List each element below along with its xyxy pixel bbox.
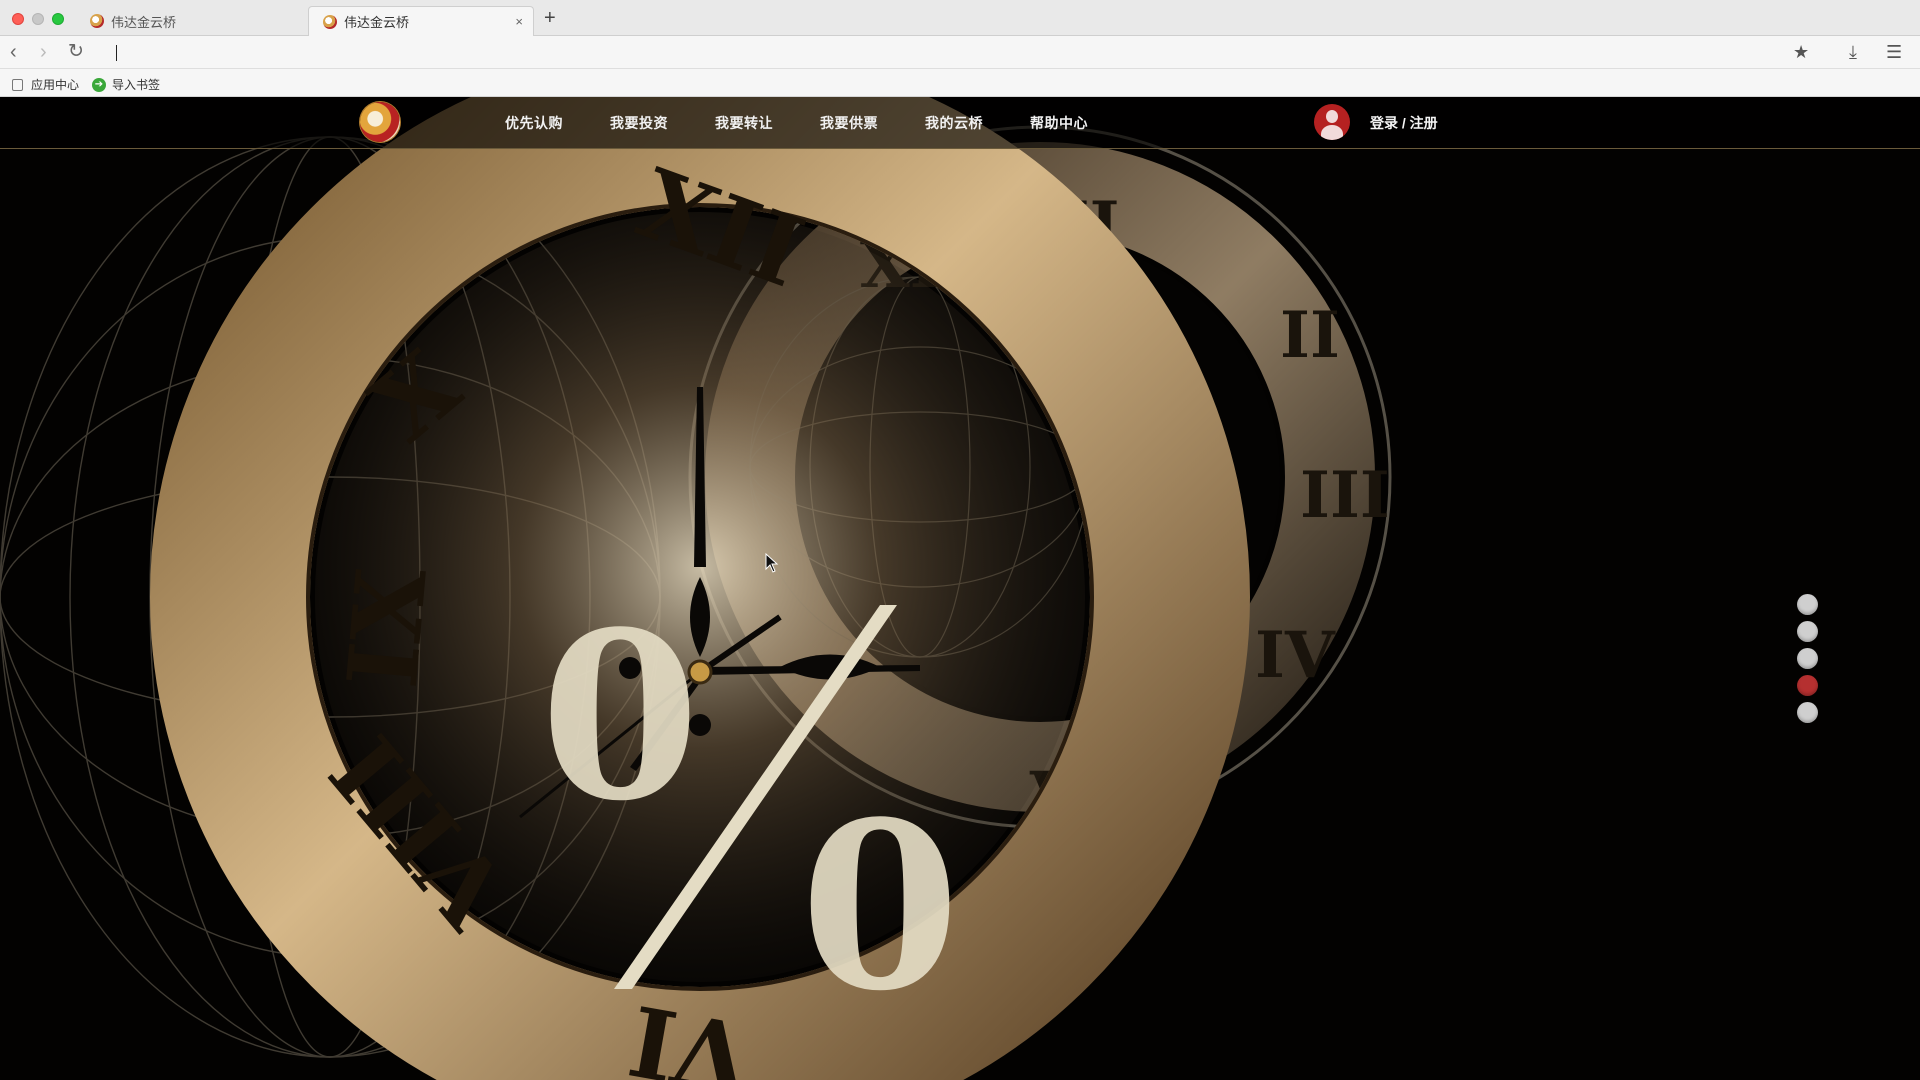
nav-help-center[interactable]: 帮助中心	[1030, 113, 1088, 133]
tab-title: 伟达金云桥	[344, 15, 410, 30]
slide-dot-1[interactable]	[1797, 594, 1818, 615]
svg-text:IV: IV	[1255, 618, 1336, 693]
bookmark-app-center[interactable]: 应用中心	[12, 76, 79, 93]
slide-dot-5[interactable]	[1797, 702, 1818, 723]
minimize-window-button[interactable]	[32, 13, 44, 25]
browser-tab[interactable]: 伟达金云桥	[76, 6, 302, 36]
site-header: 优先认购 我要投资 我要转让 我要供票 我的云桥 帮助中心 登录 / 注册	[0, 97, 1920, 149]
slide-dot-4[interactable]	[1797, 675, 1818, 696]
main-nav: 优先认购 我要投资 我要转让 我要供票 我的云桥 帮助中心	[505, 97, 1135, 149]
back-arrow-icon[interactable]: ‹	[10, 41, 17, 63]
user-avatar-icon[interactable]	[1314, 104, 1350, 140]
url-input[interactable]	[110, 41, 1750, 63]
nav-my-bridge[interactable]: 我的云桥	[925, 113, 983, 133]
text-caret	[116, 45, 117, 61]
bookmark-label: 应用中心	[31, 78, 80, 92]
bookmark-import[interactable]: ➔ 导入书签	[92, 76, 160, 93]
app-center-icon	[12, 78, 23, 91]
nav-transfer[interactable]: 我要转让	[715, 113, 773, 133]
close-window-button[interactable]	[12, 13, 24, 25]
bookmark-star-icon[interactable]: ★	[1793, 41, 1809, 63]
svg-text:0: 0	[540, 582, 700, 852]
hero-clock-image: XII II III IV VI XI XII X IX VIII VI 0 0	[0, 97, 1920, 1080]
slide-pagination	[1797, 594, 1818, 729]
site-favicon-icon	[323, 14, 337, 29]
site-favicon-icon	[90, 14, 104, 28]
browser-tab-active[interactable]: 伟达金云桥 ×	[308, 6, 534, 36]
svg-text:III: III	[1300, 458, 1390, 533]
mouse-cursor-icon	[765, 553, 779, 573]
menu-icon[interactable]: ☰	[1886, 41, 1902, 63]
svg-text:II: II	[1280, 298, 1340, 373]
slide-dot-3[interactable]	[1797, 648, 1818, 669]
tab-close-icon[interactable]: ×	[515, 14, 523, 29]
slide-dot-2[interactable]	[1797, 621, 1818, 642]
site-logo[interactable]	[360, 102, 400, 142]
address-bar: ‹ › ↻ ★ ⤓ ☰	[0, 36, 1920, 69]
login-register-link[interactable]: 登录 / 注册	[1370, 113, 1438, 133]
bookmarks-bar: 应用中心 ➔ 导入书签	[0, 69, 1920, 97]
import-arrow-icon: ➔	[92, 77, 106, 92]
nav-supply-bills[interactable]: 我要供票	[820, 113, 878, 133]
new-tab-button[interactable]: +	[544, 8, 556, 28]
nav-priority-subscription[interactable]: 优先认购	[505, 113, 563, 133]
web-page: XII II III IV VI XI XII X IX VIII VI 0 0…	[0, 97, 1920, 1080]
tab-title: 伟达金云桥	[111, 14, 177, 30]
bookmark-label: 导入书签	[112, 78, 161, 92]
reload-icon[interactable]: ↻	[68, 41, 84, 63]
forward-arrow-icon[interactable]: ›	[40, 41, 47, 63]
download-icon[interactable]: ⤓	[1849, 41, 1857, 63]
maximize-window-button[interactable]	[52, 13, 64, 25]
svg-text:0: 0	[800, 772, 960, 1042]
nav-invest[interactable]: 我要投资	[610, 113, 668, 133]
svg-text:IX: IX	[326, 563, 449, 692]
browser-tab-bar: 伟达金云桥 伟达金云桥 × +	[0, 0, 1920, 36]
